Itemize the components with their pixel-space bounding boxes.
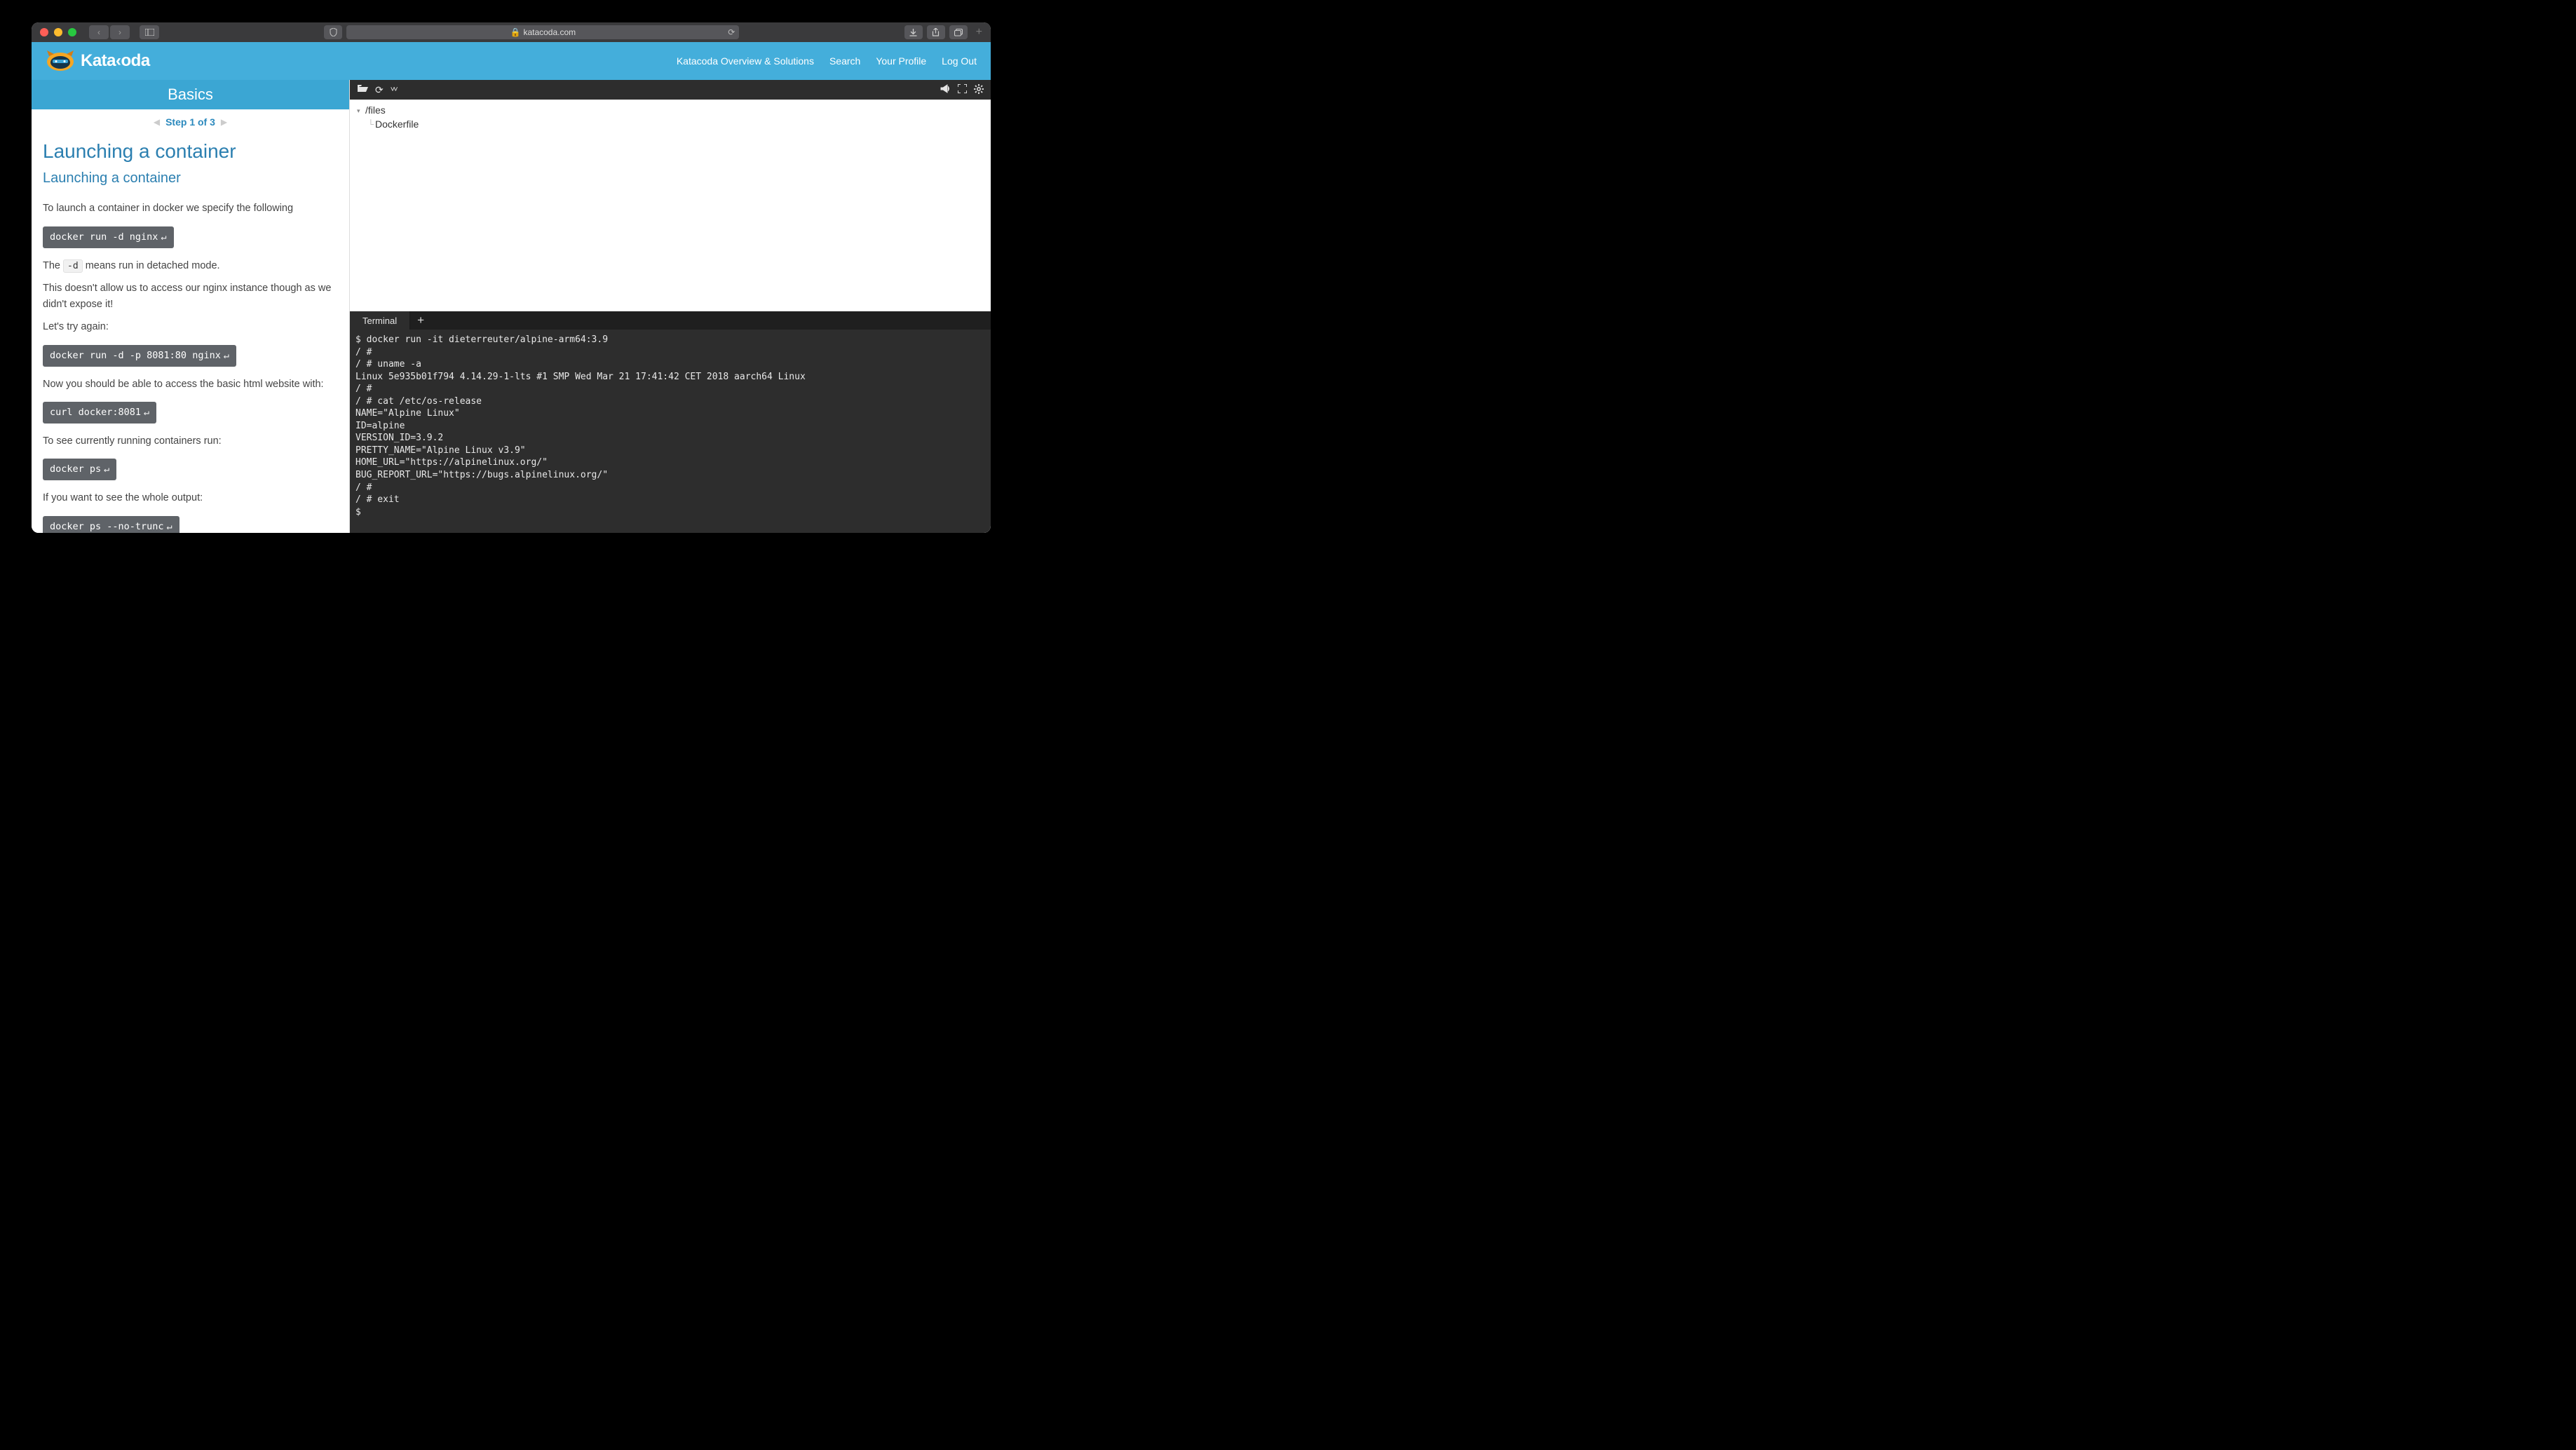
megaphone-icon[interactable] — [940, 84, 951, 95]
reload-icon[interactable]: ⟳ — [728, 27, 735, 37]
folder-open-icon[interactable] — [357, 84, 368, 95]
nav-logout[interactable]: Log Out — [942, 55, 977, 67]
lesson-body: Launching a container Launching a contai… — [32, 133, 349, 533]
step-label: Step 1 of 3 — [165, 116, 215, 128]
window-controls — [40, 28, 76, 36]
lesson-text: To launch a container in docker we speci… — [43, 201, 338, 216]
maximize-window-button[interactable] — [68, 28, 76, 36]
file-tree: ▾ /files └ Dockerfile — [350, 100, 991, 311]
address-bar[interactable]: 🔒 katacoda.com ⟳ — [346, 25, 739, 39]
tree-folder[interactable]: ▾ /files — [357, 104, 984, 118]
downloads-button[interactable] — [904, 25, 923, 39]
brand-logo[interactable]: Kata‹oda — [46, 49, 150, 73]
step-next-icon[interactable]: ▶ — [221, 117, 227, 127]
site-header: Kata‹oda Katacoda Overview & Solutions S… — [32, 42, 991, 80]
lesson-title: Launching a container — [43, 136, 338, 166]
refresh-icon[interactable]: ⟳ — [375, 84, 384, 96]
code-block[interactable]: docker run -d nginx↵ — [43, 226, 174, 248]
tree-folder-label: /files — [365, 104, 386, 118]
lesson-subtitle: Launching a container — [43, 168, 338, 189]
terminal-tab[interactable]: Terminal — [350, 311, 410, 330]
step-prev-icon[interactable]: ◀ — [154, 117, 160, 127]
enter-icon: ↵ — [224, 350, 229, 361]
close-window-button[interactable] — [40, 28, 48, 36]
back-button[interactable]: ‹ — [89, 25, 109, 39]
tabs-button[interactable] — [949, 25, 968, 39]
privacy-shield-button[interactable] — [324, 25, 342, 39]
file-toolbar: ⟳ ˅˅ — [350, 80, 991, 100]
tree-file[interactable]: └ Dockerfile — [357, 118, 984, 132]
enter-icon: ↵ — [167, 521, 172, 532]
minimize-window-button[interactable] — [54, 28, 62, 36]
lesson-text: The -d means run in detached mode. — [43, 258, 338, 273]
lesson-text: Now you should be able to access the bas… — [43, 377, 338, 392]
nav-search[interactable]: Search — [829, 55, 860, 67]
fullscreen-icon[interactable] — [958, 84, 967, 95]
sidebar-toggle-button[interactable] — [140, 25, 159, 39]
lesson-text: If you want to see the whole output: — [43, 490, 338, 506]
code-block[interactable]: docker ps↵ — [43, 459, 116, 480]
terminal-output[interactable]: $ docker run -it dieterreuter/alpine-arm… — [350, 330, 991, 533]
url-host: katacoda.com — [523, 27, 576, 37]
caret-down-icon: ▾ — [357, 107, 364, 116]
right-panel: ⟳ ˅˅ ▾ /files — [350, 80, 991, 533]
gear-icon[interactable] — [974, 84, 984, 96]
code-block[interactable]: curl docker:8081↵ — [43, 402, 156, 424]
step-nav: ◀ Step 1 of 3 ▶ — [32, 109, 349, 133]
terminal-tabs: Terminal + — [350, 311, 991, 330]
tree-connector-icon: └ — [364, 118, 374, 130]
main-split: Basics ◀ Step 1 of 3 ▶ Launching a conta… — [32, 80, 991, 533]
brand-text: Kata‹oda — [81, 51, 150, 71]
lesson-header: Basics — [32, 80, 349, 109]
forward-button[interactable]: › — [110, 25, 130, 39]
lock-icon: 🔒 — [510, 27, 520, 37]
inline-code: -d — [63, 259, 83, 273]
lesson-text: To see currently running containers run: — [43, 433, 338, 449]
tree-file-label: Dockerfile — [375, 118, 419, 132]
browser-window: ‹ › 🔒 katacoda.com ⟳ — [32, 22, 991, 533]
code-block[interactable]: docker ps --no-trunc↵ — [43, 516, 179, 533]
enter-icon: ↵ — [144, 407, 149, 418]
nav-overview[interactable]: Katacoda Overview & Solutions — [677, 55, 814, 67]
page-content: Kata‹oda Katacoda Overview & Solutions S… — [32, 42, 991, 533]
share-button[interactable] — [927, 25, 945, 39]
enter-icon: ↵ — [104, 463, 109, 475]
brand-icon — [46, 49, 75, 73]
code-block[interactable]: docker run -d -p 8081:80 nginx↵ — [43, 345, 236, 367]
terminal-area: Terminal + $ docker run -it dieterreuter… — [350, 311, 991, 533]
lesson-text: Let's try again: — [43, 319, 338, 334]
lesson-text: This doesn't allow us to access our ngin… — [43, 280, 338, 312]
enter-icon: ↵ — [161, 231, 166, 243]
new-tab-button[interactable]: + — [976, 26, 982, 39]
nav-profile[interactable]: Your Profile — [876, 55, 926, 67]
browser-chrome: ‹ › 🔒 katacoda.com ⟳ — [32, 22, 991, 42]
chevron-double-down-icon[interactable]: ˅˅ — [391, 86, 397, 94]
add-terminal-button[interactable]: + — [410, 311, 431, 330]
lesson-panel: Basics ◀ Step 1 of 3 ▶ Launching a conta… — [32, 80, 350, 533]
